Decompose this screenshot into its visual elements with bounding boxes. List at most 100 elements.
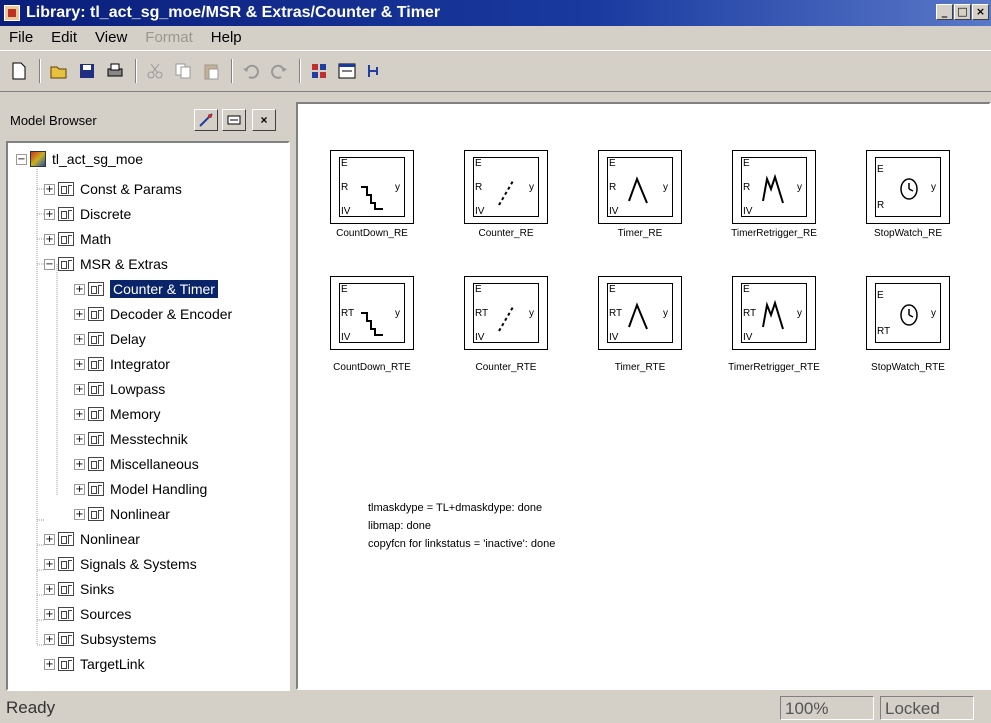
tree-item-label: Counter & Timer xyxy=(110,280,218,298)
port-label: E xyxy=(877,164,884,175)
port-label: IV xyxy=(475,332,485,343)
expand-icon[interactable]: + xyxy=(44,533,55,545)
model-browser-title: Model Browser xyxy=(10,112,97,128)
close-browser-icon[interactable]: × xyxy=(252,109,276,131)
block-counter-rte[interactable]: E RT IV y xyxy=(464,276,548,350)
open-icon[interactable] xyxy=(46,58,72,84)
expand-icon[interactable]: + xyxy=(74,333,85,345)
tree-item[interactable]: + Subsystems xyxy=(44,629,156,649)
subsystem-icon xyxy=(88,307,104,321)
expand-icon[interactable]: + xyxy=(44,583,55,595)
tree-item-label: Decoder & Encoder xyxy=(110,306,233,322)
simulink-app-icon xyxy=(4,5,20,21)
block-stopwatch-re[interactable]: E R y xyxy=(866,150,950,224)
port-label: E xyxy=(475,284,482,295)
expand-icon[interactable]: + xyxy=(74,283,85,295)
tree-item[interactable]: + Const & Params xyxy=(44,179,182,199)
expand-icon[interactable]: + xyxy=(74,508,85,520)
tree-item[interactable]: + TargetLink xyxy=(44,654,145,674)
expand-icon[interactable]: + xyxy=(74,383,85,395)
expand-icon[interactable]: + xyxy=(44,608,55,620)
redo-icon[interactable] xyxy=(266,58,292,84)
tree-item-selected[interactable]: + Counter & Timer xyxy=(74,279,218,299)
menu-format[interactable]: Format xyxy=(136,29,202,46)
copy-icon[interactable] xyxy=(170,58,196,84)
window-controls: _ □ × xyxy=(936,4,989,20)
minimize-icon[interactable]: _ xyxy=(936,4,953,20)
expand-icon[interactable]: + xyxy=(74,358,85,370)
collapse-icon[interactable]: − xyxy=(44,258,55,270)
block-counter-re[interactable]: E R IV y xyxy=(464,150,548,224)
port-label: E xyxy=(609,284,616,295)
collapse-icon[interactable]: − xyxy=(16,153,27,165)
model-tree: − tl_act_sg_moe + Const & Params + Discr… xyxy=(6,141,290,691)
library-browser-icon[interactable] xyxy=(306,58,332,84)
expand-icon[interactable]: + xyxy=(44,208,55,220)
tree-item[interactable]: + Sinks xyxy=(44,579,114,599)
block-countdown-rte[interactable]: E RT IV y xyxy=(330,276,414,350)
status-bar: Ready 100% Locked xyxy=(0,694,991,723)
tree-item[interactable]: + Nonlinear xyxy=(44,529,140,549)
expand-icon[interactable]: + xyxy=(44,233,55,245)
block-label: StopWatch_RTE xyxy=(871,362,945,373)
model-browser-icon[interactable] xyxy=(334,58,360,84)
expand-icon[interactable]: + xyxy=(74,483,85,495)
tree-item-root[interactable]: − tl_act_sg_moe xyxy=(16,149,143,169)
maximize-icon[interactable]: □ xyxy=(954,4,971,20)
tree-item[interactable]: − MSR & Extras xyxy=(44,254,168,274)
port-label: y xyxy=(529,182,534,193)
library-canvas[interactable]: E R IV y CountDown_RE E R IV y Counter_R… xyxy=(296,102,991,690)
tree-item[interactable]: + Discrete xyxy=(44,204,131,224)
menu-edit[interactable]: Edit xyxy=(42,29,86,46)
expand-icon[interactable]: + xyxy=(74,308,85,320)
expand-icon[interactable]: + xyxy=(44,558,55,570)
tree-item[interactable]: + Messtechnik xyxy=(74,429,188,449)
show-masked-subsystems-icon[interactable] xyxy=(222,109,246,131)
tree-item[interactable]: + Memory xyxy=(74,404,161,424)
tree-item[interactable]: + Math xyxy=(44,229,111,249)
expand-icon[interactable]: + xyxy=(74,458,85,470)
tree-item[interactable]: + Miscellaneous xyxy=(74,454,199,474)
block-timerretrigger-rte[interactable]: E RT IV y xyxy=(732,276,816,350)
block-label: TimerRetrigger_RTE xyxy=(728,362,820,373)
port-label: R xyxy=(609,182,617,193)
expand-icon[interactable]: + xyxy=(44,633,55,645)
block-timer-rte[interactable]: E RT IV y xyxy=(598,276,682,350)
tree-item[interactable]: + Nonlinear xyxy=(74,504,170,524)
block-countdown-re[interactable]: E R IV y xyxy=(330,150,414,224)
block-label: CountDown_RE xyxy=(336,228,408,239)
print-icon[interactable] xyxy=(102,58,128,84)
port-label: E xyxy=(743,158,750,169)
expand-icon[interactable]: + xyxy=(74,408,85,420)
cut-icon[interactable] xyxy=(142,58,168,84)
block-label: TimerRetrigger_RE xyxy=(731,228,817,239)
tree-item[interactable]: + Sources xyxy=(44,604,131,624)
menu-file[interactable]: File xyxy=(0,29,42,46)
block-timer-re[interactable]: E R IV y xyxy=(598,150,682,224)
port-label: y xyxy=(529,308,534,319)
block-label: Timer_RE xyxy=(617,228,663,239)
menu-help[interactable]: Help xyxy=(202,29,251,46)
save-icon[interactable] xyxy=(74,58,100,84)
menu-view[interactable]: View xyxy=(86,29,136,46)
expand-icon[interactable]: + xyxy=(44,183,55,195)
paste-icon[interactable] xyxy=(198,58,224,84)
show-library-links-icon[interactable] xyxy=(194,109,218,131)
expand-icon[interactable]: + xyxy=(44,658,55,670)
expand-icon[interactable]: + xyxy=(74,433,85,445)
block-timerretrigger-re[interactable]: E R IV y xyxy=(732,150,816,224)
port-label: y xyxy=(663,182,668,193)
new-icon[interactable] xyxy=(6,58,32,84)
tree-item[interactable]: + Integrator xyxy=(74,354,170,374)
tree-item[interactable]: + Delay xyxy=(74,329,146,349)
tree-item[interactable]: + Model Handling xyxy=(74,479,207,499)
block-label: Counter_RE xyxy=(478,228,534,239)
tree-item[interactable]: + Signals & Systems xyxy=(44,554,197,574)
block-stopwatch-rte[interactable]: E RT y xyxy=(866,276,950,350)
tree-item[interactable]: + Decoder & Encoder xyxy=(74,304,232,324)
tree-item-label: Delay xyxy=(110,331,146,347)
debug-icon[interactable] xyxy=(362,58,388,84)
undo-icon[interactable] xyxy=(238,58,264,84)
tree-item[interactable]: + Lowpass xyxy=(74,379,165,399)
close-icon[interactable]: × xyxy=(972,4,989,20)
